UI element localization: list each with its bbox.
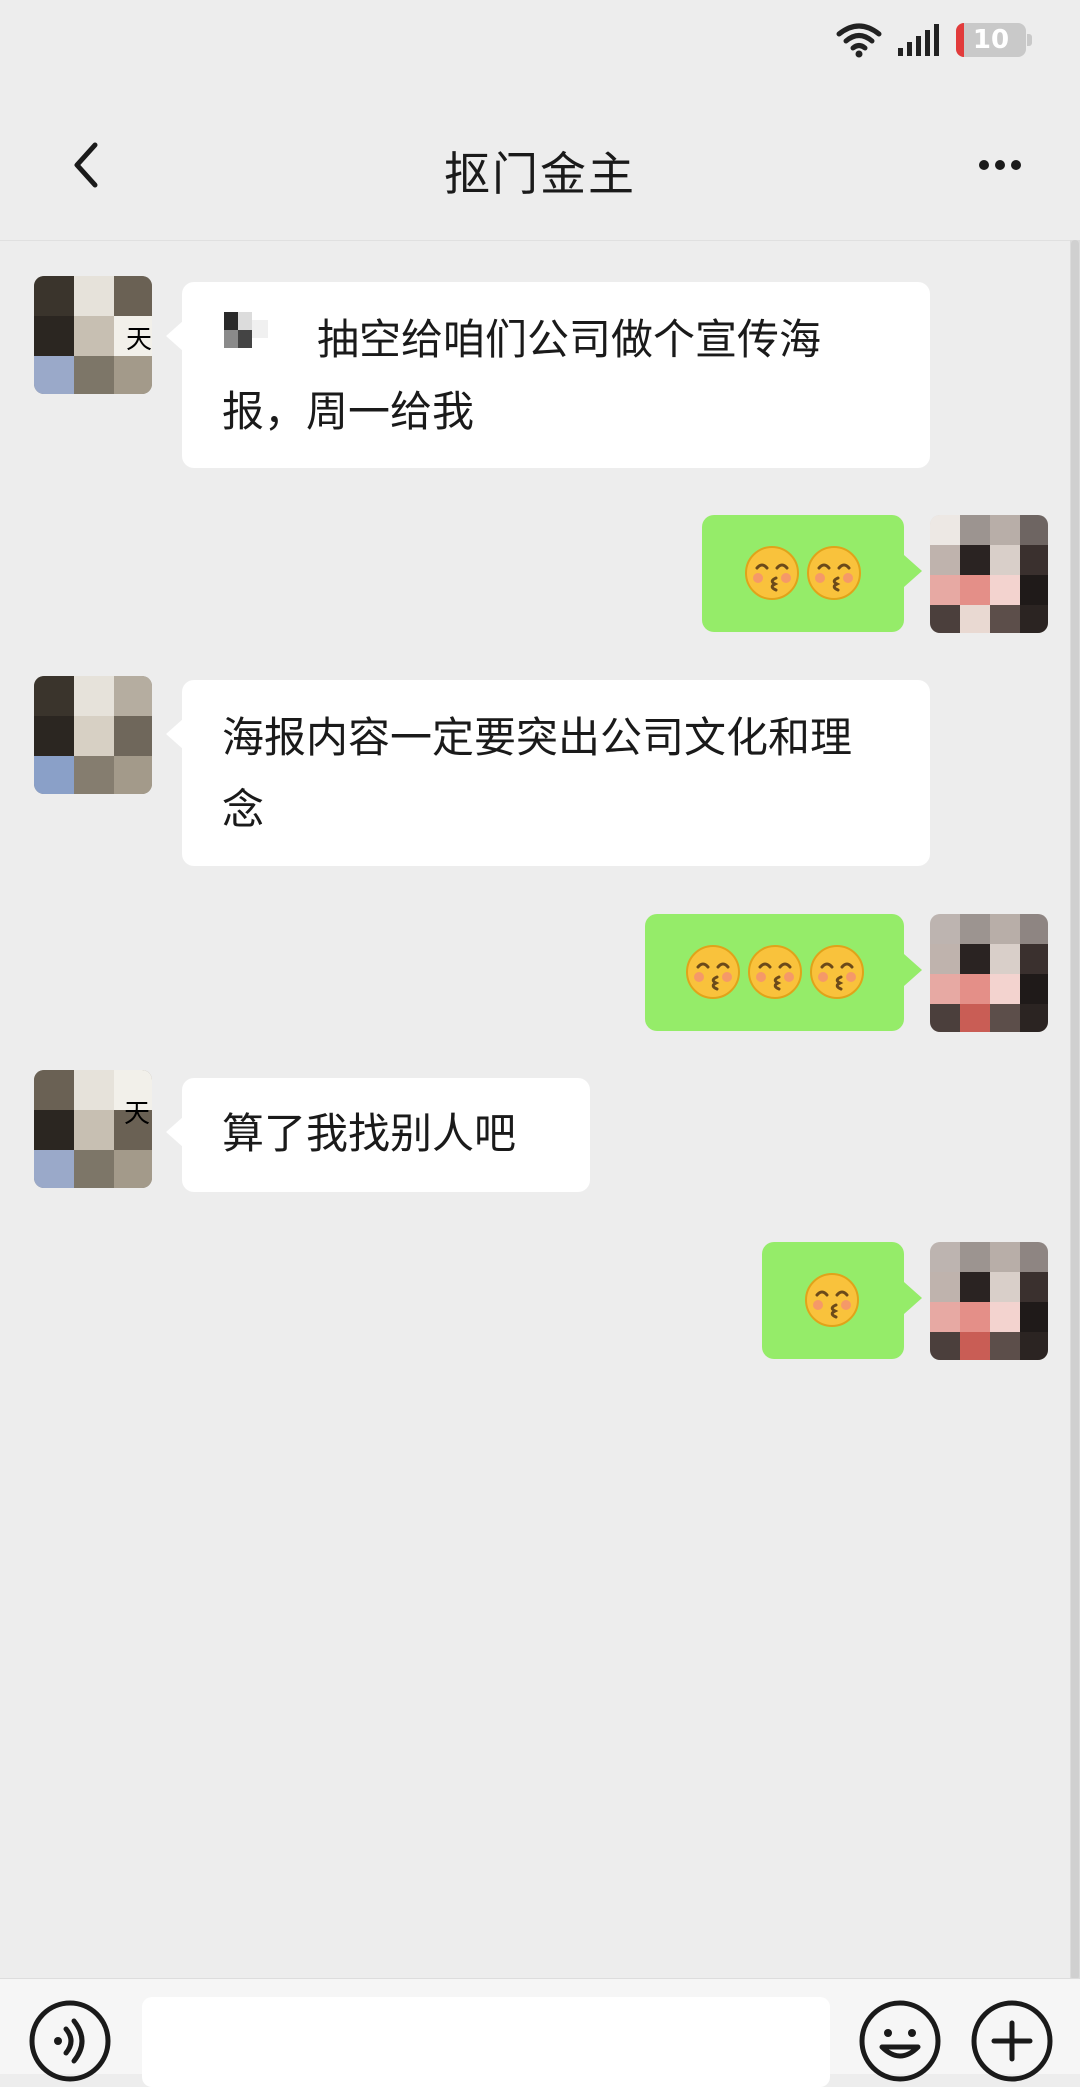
status-icons: 10 xyxy=(836,22,1032,58)
emoji-button[interactable] xyxy=(858,1999,942,2087)
voice-button[interactable] xyxy=(28,1999,112,2087)
more-icon xyxy=(979,160,1021,170)
my-avatar[interactable] xyxy=(930,914,1048,1032)
message-bubble-outgoing[interactable] xyxy=(645,914,922,1031)
kissing-emoji-icon xyxy=(745,546,799,600)
battery-icon: 10 xyxy=(956,23,1032,57)
message-text: 抽空给咱们公司做个宣传海报，周一给我 xyxy=(222,315,822,436)
contact-avatar[interactable]: 天 xyxy=(34,1070,152,1188)
contact-avatar[interactable] xyxy=(34,676,152,794)
more-functions-button[interactable] xyxy=(970,1999,1054,2087)
kissing-emoji-icon xyxy=(807,546,861,600)
scrollbar[interactable] xyxy=(1070,240,1080,1980)
emoji-icon xyxy=(859,2000,941,2082)
message-bubble-outgoing[interactable] xyxy=(762,1242,922,1359)
wifi-icon xyxy=(836,23,882,58)
more-button[interactable] xyxy=(960,130,1040,200)
emoji-sequence xyxy=(804,1272,860,1328)
message-text: 海报内容一定要突出公司文化和理念 xyxy=(222,713,853,834)
my-avatar[interactable] xyxy=(930,1242,1048,1360)
message-bubble-incoming[interactable]: 抽空给咱们公司做个宣传海报，周一给我 xyxy=(166,282,930,468)
battery-level: 10 xyxy=(972,25,1010,55)
chat-title: 抠门金主 xyxy=(444,147,636,201)
voice-icon xyxy=(29,2000,111,2082)
redacted-name xyxy=(224,312,268,356)
scroll-thumb[interactable] xyxy=(1071,240,1079,1980)
nav-bar: 抠门金主 xyxy=(0,90,1080,241)
kissing-emoji-icon xyxy=(805,1273,859,1327)
svg-text:天: 天 xyxy=(124,1099,150,1129)
my-avatar[interactable] xyxy=(930,515,1048,633)
emoji-sequence xyxy=(744,545,862,601)
input-bar xyxy=(0,1978,1080,2087)
plus-icon xyxy=(971,2000,1053,2082)
kissing-emoji-icon xyxy=(748,945,802,999)
emoji-sequence xyxy=(685,944,865,1000)
contact-avatar[interactable]: 天 xyxy=(34,276,152,394)
kissing-emoji-icon xyxy=(810,945,864,999)
message-bubble-incoming[interactable]: 海报内容一定要突出公司文化和理念 xyxy=(166,680,930,866)
svg-text:天: 天 xyxy=(126,325,152,355)
message-text: 算了我找别人吧 xyxy=(222,1109,517,1158)
message-input[interactable] xyxy=(142,1997,830,2087)
status-bar: 10 xyxy=(0,0,1080,90)
message-bubble-outgoing[interactable] xyxy=(702,515,922,632)
signal-icon xyxy=(898,24,939,56)
message-bubble-incoming[interactable]: 算了我找别人吧 xyxy=(166,1078,590,1192)
kissing-emoji-icon xyxy=(686,945,740,999)
